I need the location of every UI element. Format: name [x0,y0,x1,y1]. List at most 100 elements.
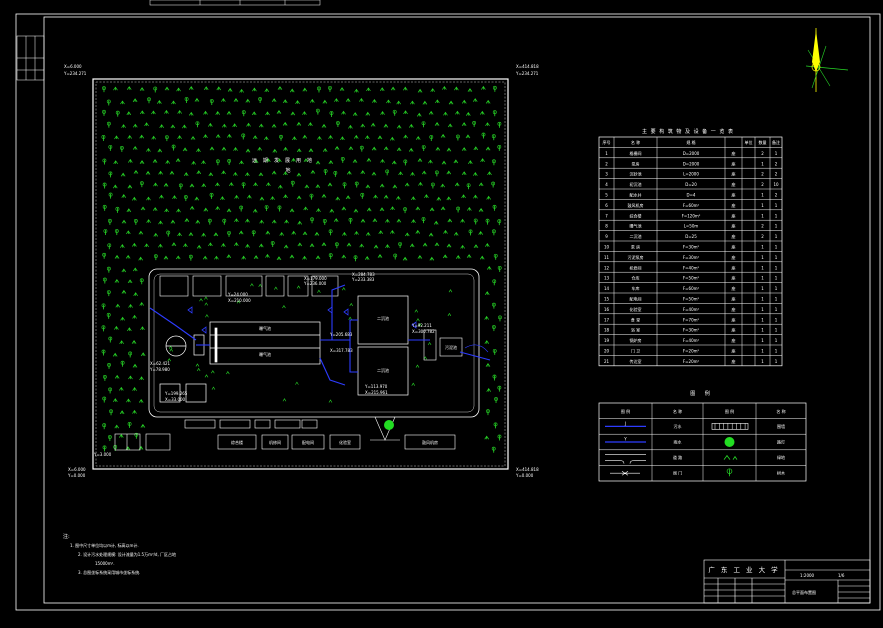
table-cell: F=40m² [683,307,700,312]
table-cell: 污泥泵房 [628,254,644,260]
table-cell: F=20m² [683,349,700,354]
svg-text:1. 图中尺寸单位均以m计, 标高以m计.: 1. 图中尺寸单位均以m计, 标高以m计. [70,542,139,548]
svg-text:X=33.000: X=33.000 [165,397,186,402]
table-cell: 1 [761,286,764,291]
svg-text:配电间: 配电间 [302,439,314,445]
table-cell: F=70m² [683,317,700,322]
svg-text:Y=233.383: Y=233.383 [351,277,375,282]
table-header: 名 称 [631,139,640,145]
table-cell: 座 [732,264,736,270]
legend-symbol-label: J [624,421,626,426]
svg-text:二沉池: 二沉池 [377,315,389,321]
svg-text:地: 地 [285,167,290,174]
table-cell: 1 [775,255,778,260]
table-cell: 座 [732,285,736,291]
table-header: 规 格 [686,139,695,145]
legend-name: 阀 门 [673,470,682,476]
table-header: 序号 [603,139,611,145]
table-cell: 门 卫 [631,348,640,354]
table-cell: 6 [605,203,608,208]
table-cell: 9 [605,234,608,239]
table-cell: 1 [775,338,778,343]
table-cell: 1 [775,286,778,291]
table-cell: 2 [775,172,778,177]
table-cell: 机修间 [630,264,642,270]
svg-text:Y=199.265: Y=199.265 [164,391,188,396]
svg-text:Y=234.271: Y=234.271 [515,71,539,76]
table-cell: 1 [761,161,764,166]
table-cell: 1 [775,349,778,354]
table-cell: 13 [604,276,610,281]
table-cell: 配电间 [630,296,642,302]
table-cell: 泵 房 [631,244,640,250]
table-cell: 座 [732,358,736,364]
table-cell: 1 [775,234,778,239]
table-cell: 综合楼 [630,212,642,218]
table-cell: 1 [761,307,764,312]
table-cell: 1 [761,276,764,281]
table-cell: 化验室 [630,306,642,312]
table-cell: 1 [775,203,778,208]
svg-text:X=215.961: X=215.961 [365,390,388,395]
table-cell: 座 [732,160,736,166]
lamp-icon [384,420,394,430]
table-cell: 座 [732,233,736,239]
table-cell: 2 [761,234,764,239]
legend-name: 道 路 [673,454,682,460]
table-cell: 10 [773,182,779,187]
svg-text:机修间: 机修间 [269,439,281,445]
svg-text:曝气池: 曝气池 [259,325,271,331]
table-cell: 二沉池 [630,233,642,239]
table-cell: 1 [775,151,778,156]
table-cell: D=2000 [683,151,700,156]
table-cell: 8 [605,224,608,229]
table-cell: 格栅间 [630,150,642,156]
table-cell: 沉砂池 [630,171,642,177]
table-cell: 座 [732,181,736,187]
svg-text:X=317.783: X=317.783 [330,348,353,353]
table-cell: 1 [775,224,778,229]
table-cell: F=40m² [683,265,700,270]
svg-text:X=62.421: X=62.421 [150,361,171,366]
table-cell: 1 [761,349,764,354]
svg-text:鼓风机房: 鼓风机房 [422,439,438,445]
table-cell: F=120m² [682,213,701,218]
table-cell: F=60m² [683,203,700,208]
table-cell: 2 [761,172,764,177]
svg-text:15000m².: 15000m². [95,561,115,566]
svg-text:Y=0.000: Y=0.000 [67,473,86,478]
table-cell: 座 [732,306,736,312]
table-cell: F=20m² [683,359,700,364]
table-cell: 2 [775,193,778,198]
svg-text:3. 总图坐标系统采用城市坐标系统.: 3. 总图坐标系统采用城市坐标系统. [78,569,140,575]
table-cell: 1 [775,328,778,333]
table-cell: 21 [604,359,610,364]
table-cell: 12 [604,265,610,270]
svg-text:Y=0.000: Y=0.000 [515,473,534,478]
table-cell: 座 [732,316,736,322]
legend-header: 图 例 [621,408,630,414]
table-header: 单位 [745,139,753,145]
table-cell: 1 [775,359,778,364]
legend-symbol-label: Y [623,437,627,442]
table-cell: D=20 [685,182,697,187]
institution-name: 广 东 工 业 大 学 [708,565,779,574]
table-cell: 2 [761,151,764,156]
table-cell: 座 [732,337,736,343]
svg-text:Y=205.683: Y=205.683 [329,332,353,337]
table-cell: 1 [761,213,764,218]
table-cell: 配水井 [630,192,642,198]
table-cell: F=50m² [683,276,700,281]
table-cell: 1 [775,245,778,250]
table-cell: F=60m² [683,286,700,291]
table-cell: 1 [761,317,764,322]
legend-name: 树木 [777,470,785,476]
table-cell: 2 [761,224,764,229]
scale-value: 1:2000 [800,573,815,578]
table-cell: D=4 [687,193,696,198]
table-cell: 10 [604,245,610,250]
table-cell: 1 [761,245,764,250]
table-cell: 座 [732,327,736,333]
svg-text:Y=236.000: Y=236.000 [303,281,327,286]
table-cell: 座 [732,171,736,177]
